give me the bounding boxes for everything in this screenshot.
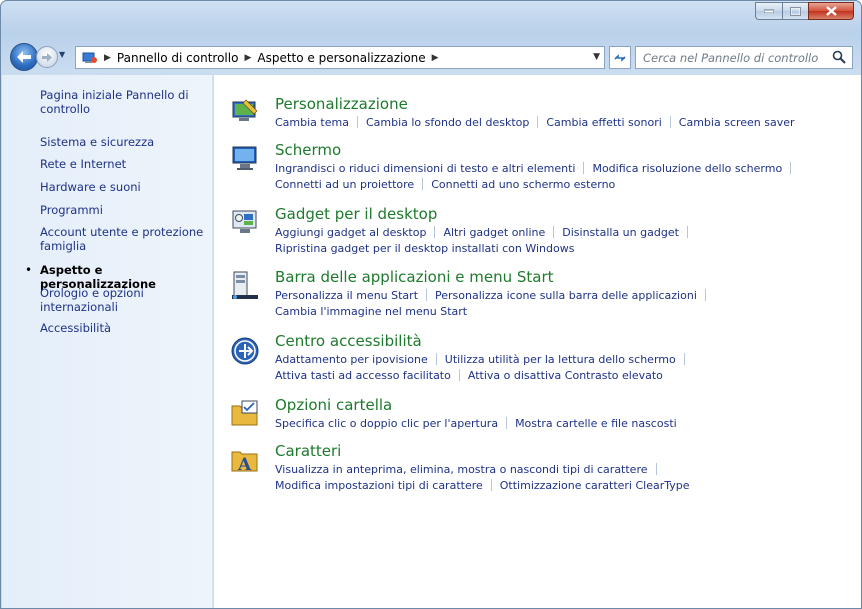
task-link[interactable]: Personalizza il menu Start <box>275 289 418 302</box>
category-title[interactable]: Centro accessibilità <box>275 332 422 350</box>
sidebar-item-control-panel-home[interactable]: Pagina iniziale Pannello di controllo <box>40 88 206 116</box>
category-title[interactable]: Personalizzazione <box>275 95 408 113</box>
sidebar-item-clock-region[interactable]: Orologio e opzioni internazionali <box>40 286 206 314</box>
task-link[interactable]: Attiva o disattiva Contrasto elevato <box>468 369 663 382</box>
refresh-icon <box>614 53 626 62</box>
sidebar-item-hardware-sound[interactable]: Hardware e suoni <box>40 180 206 194</box>
task-link[interactable]: Cambia lo sfondo del desktop <box>366 116 529 129</box>
refresh-button[interactable] <box>609 46 631 69</box>
task-links-line: Attiva tasti ad accesso facilitato Attiva… <box>275 369 663 383</box>
task-link[interactable]: Aggiungi gadget al desktop <box>275 226 426 239</box>
search-placeholder: Cerca nel Pannello di controllo <box>643 50 819 65</box>
task-link[interactable]: Ripristina gadget per il desktop install… <box>275 242 574 255</box>
main-content: Personalizzazione Cambia tema Cambia lo s… <box>214 75 861 608</box>
task-link[interactable]: Visualizza in anteprima, elimina, mostra… <box>275 463 648 476</box>
task-link[interactable]: Connetti ad un proiettore <box>275 178 414 191</box>
task-link[interactable]: Ottimizzazione caratteri ClearType <box>500 479 690 492</box>
task-link[interactable]: Cambia tema <box>275 116 349 129</box>
breadcrumb-appearance[interactable]: Aspetto e personalizzazione <box>257 51 425 65</box>
sidebar-item-system-security[interactable]: Sistema e sicurezza <box>40 135 206 149</box>
task-links-line: Cambia tema Cambia lo sfondo del desktop C… <box>275 116 795 130</box>
task-link[interactable]: Ingrandisci o riduci dimensioni di testo… <box>275 162 575 175</box>
control-panel-icon <box>82 52 97 63</box>
category-title[interactable]: Gadget per il desktop <box>275 205 437 223</box>
category-title[interactable]: Schermo <box>275 141 341 159</box>
task-link[interactable]: Altri gadget online <box>443 226 545 239</box>
breadcrumb-separator-icon[interactable]: ▶ <box>432 53 439 63</box>
folder-options-icon[interactable] <box>230 398 260 428</box>
navigation-bar: ▼ ▶ Pannello di controllo ▶ Aspetto e pe… <box>1 40 861 74</box>
task-link[interactable]: Cambia l'immagine nel menu Start <box>275 305 467 318</box>
close-button[interactable] <box>808 2 854 20</box>
task-links-line: Aggiungi gadget al desktop Altri gadget o… <box>275 226 696 240</box>
task-link[interactable]: Cambia effetti sonori <box>546 116 661 129</box>
task-link[interactable]: Adattamento per ipovisione <box>275 353 428 366</box>
sidebar-item-network-internet[interactable]: Rete e Internet <box>40 157 206 171</box>
task-link[interactable]: Utilizza utilità per la lettura dello sc… <box>445 353 676 366</box>
task-links-line: Specifica clic o doppio clic per l'apert… <box>275 417 677 431</box>
search-icon[interactable] <box>832 50 846 64</box>
task-link[interactable]: Modifica impostazioni tipi di carattere <box>275 479 483 492</box>
sidebar-item-ease-of-access[interactable]: Accessibilità <box>40 321 206 335</box>
taskbar-icon[interactable] <box>230 270 260 300</box>
title-buttons <box>755 2 854 20</box>
display-icon[interactable] <box>230 143 260 173</box>
task-links-line: Connetti ad un proiettore Connetti ad uno… <box>275 178 615 192</box>
task-link[interactable]: Specifica clic o doppio clic per l'apert… <box>275 417 498 430</box>
maximize-icon <box>790 6 801 16</box>
task-link[interactable]: Cambia screen saver <box>679 116 795 129</box>
task-links-line: Visualizza in anteprima, elimina, mostra… <box>275 463 665 477</box>
task-links-line: Ingrandisci o riduci dimensioni di testo… <box>275 162 799 176</box>
explorer-window: ▼ ▶ Pannello di controllo ▶ Aspetto e pe… <box>0 0 862 609</box>
task-link[interactable]: Personalizza icone sulla barra delle app… <box>435 289 697 302</box>
personalization-icon[interactable] <box>230 97 260 127</box>
accessibility-icon[interactable] <box>230 336 260 366</box>
breadcrumb-control-panel[interactable]: Pannello di controllo <box>117 51 239 65</box>
fonts-icon[interactable]: A <box>230 444 260 474</box>
back-arrow-icon <box>17 51 31 63</box>
task-link[interactable]: Attiva tasti ad accesso facilitato <box>275 369 451 382</box>
task-link[interactable]: Mostra cartelle e file nascosti <box>515 417 677 430</box>
address-bar[interactable]: ▶ Pannello di controllo ▶ Aspetto e pers… <box>75 46 605 69</box>
search-input[interactable]: Cerca nel Pannello di controllo <box>635 46 853 69</box>
category-title[interactable]: Opzioni cartella <box>275 396 392 414</box>
task-links-line: Cambia l'immagine nel menu Start <box>275 305 467 319</box>
task-links-line: Modifica impostazioni tipi di carattere O… <box>275 479 690 493</box>
task-link[interactable]: Disinstalla un gadget <box>562 226 679 239</box>
category-title[interactable]: Barra delle applicazioni e menu Start <box>275 268 554 286</box>
sidebar: Pagina iniziale Pannello di controllo Si… <box>2 75 213 608</box>
gadget-icon[interactable] <box>230 207 260 237</box>
sidebar-item-programs[interactable]: Programmi <box>40 203 206 217</box>
svg-text:A: A <box>237 455 252 474</box>
breadcrumb-separator-icon[interactable]: ▶ <box>244 53 251 63</box>
close-icon <box>825 6 837 16</box>
back-button[interactable] <box>10 43 38 71</box>
task-link[interactable]: Modifica risoluzione dello schermo <box>592 162 782 175</box>
forward-button[interactable] <box>36 46 58 68</box>
breadcrumb-separator-icon[interactable]: ▶ <box>104 53 111 63</box>
task-links-line: Adattamento per ipovisione Utilizza utili… <box>275 353 693 367</box>
sidebar-item-user-accounts[interactable]: Account utente e protezione famiglia <box>40 225 206 253</box>
current-section-bullet-icon: • <box>25 263 33 277</box>
minimize-icon <box>764 9 774 13</box>
task-link[interactable]: Connetti ad uno schermo esterno <box>431 178 615 191</box>
minimize-button[interactable] <box>755 2 782 20</box>
maximize-button[interactable] <box>782 2 808 20</box>
address-history-dropdown-icon[interactable]: ▼ <box>593 52 600 62</box>
task-links-line: Personalizza il menu Start Personalizza i… <box>275 289 714 303</box>
category-title[interactable]: Caratteri <box>275 442 341 460</box>
recent-pages-dropdown[interactable]: ▼ <box>59 50 65 59</box>
forward-arrow-icon <box>42 52 52 62</box>
task-links-line: Ripristina gadget per il desktop install… <box>275 242 574 256</box>
